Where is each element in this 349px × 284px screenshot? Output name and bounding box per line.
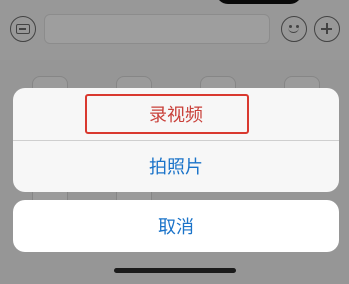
cancel-button[interactable]: 取消 [13, 200, 339, 252]
action-sheet: 录视频 拍照片 [13, 88, 339, 192]
take-photo-option[interactable]: 拍照片 [13, 140, 339, 192]
record-video-label: 录视频 [149, 105, 203, 126]
record-video-option[interactable]: 录视频 [13, 88, 339, 140]
home-indicator [114, 268, 236, 273]
take-photo-label: 拍照片 [149, 157, 203, 178]
cancel-label: 取消 [158, 217, 194, 238]
chat-screen: 录视频 拍照片 取消 [0, 0, 349, 284]
